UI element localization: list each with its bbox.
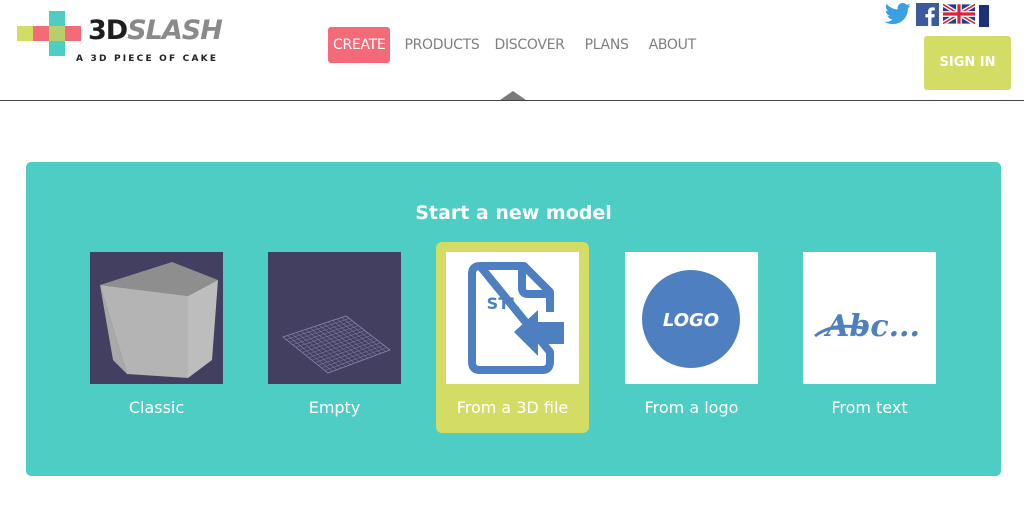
nav-plans[interactable]: PLANS [585, 37, 629, 53]
grid-line [324, 347, 387, 371]
active-nav-caret-icon [500, 91, 526, 100]
nav-products[interactable]: PRODUCTS [404, 37, 479, 53]
option-label: Classic [128, 398, 185, 417]
social-links [884, 2, 1014, 71]
grid-line [315, 340, 378, 363]
site-header: 3DSLASH A 3D PIECE OF CAKE CREATE PRODUC… [0, 0, 1024, 101]
nav-create[interactable]: CREATE [328, 27, 391, 63]
grid-line [318, 324, 364, 361]
grid-line [305, 332, 369, 356]
option-label: From a 3D file [456, 398, 569, 417]
sign-in-button[interactable]: SIGN IN [924, 36, 1011, 90]
logo-tagline: A 3D PIECE OF CAKE [76, 54, 219, 64]
option-label: From text [831, 398, 908, 417]
facebook-icon[interactable] [916, 2, 939, 30]
new-model-panel: Start a new model Classic Empty STL From… [26, 162, 1001, 476]
grid-line [308, 335, 372, 358]
twitter-icon[interactable] [884, 3, 912, 29]
grid-plane-thumbnail [268, 252, 401, 384]
script-text-thumbnail: Abc... [803, 252, 936, 384]
nav-about[interactable]: ABOUT [649, 37, 697, 53]
nav-discover[interactable]: DISCOVER [494, 37, 564, 53]
logo-cross-icon [17, 10, 81, 56]
logo-wordmark: 3DSLASH [88, 15, 223, 46]
grid-line [332, 320, 377, 356]
grid-line [321, 344, 384, 369]
grid-line [323, 323, 369, 359]
option-label: Empty [308, 398, 361, 417]
grid-line [341, 317, 386, 352]
logo-circle-thumbnail: LOGO [625, 252, 758, 384]
header-divider [0, 100, 1024, 101]
panel-title: Start a new model [415, 202, 612, 224]
stl-file-thumbnail: STL [446, 252, 579, 384]
logo-thumb-text: LOGO [663, 310, 719, 331]
grid-line [327, 321, 373, 357]
logo-word-main: 3D [88, 15, 128, 46]
grid-line [336, 318, 382, 354]
main-nav: CREATE PRODUCTS DISCOVER PLANS ABOUT [328, 27, 715, 63]
text-thumb-text: Abc... [823, 309, 920, 344]
brand-logo[interactable]: 3DSLASH A 3D PIECE OF CAKE [17, 10, 247, 70]
grid-line [318, 342, 381, 366]
cube-thumbnail [90, 252, 223, 384]
france-flag-icon[interactable] [979, 5, 1010, 71]
grid-line [311, 337, 375, 361]
option-label: From a logo [644, 398, 739, 417]
uk-flag-icon[interactable] [941, 2, 977, 29]
stl-label: STL [487, 294, 520, 313]
logo-word-accent: SLASH [127, 15, 223, 46]
